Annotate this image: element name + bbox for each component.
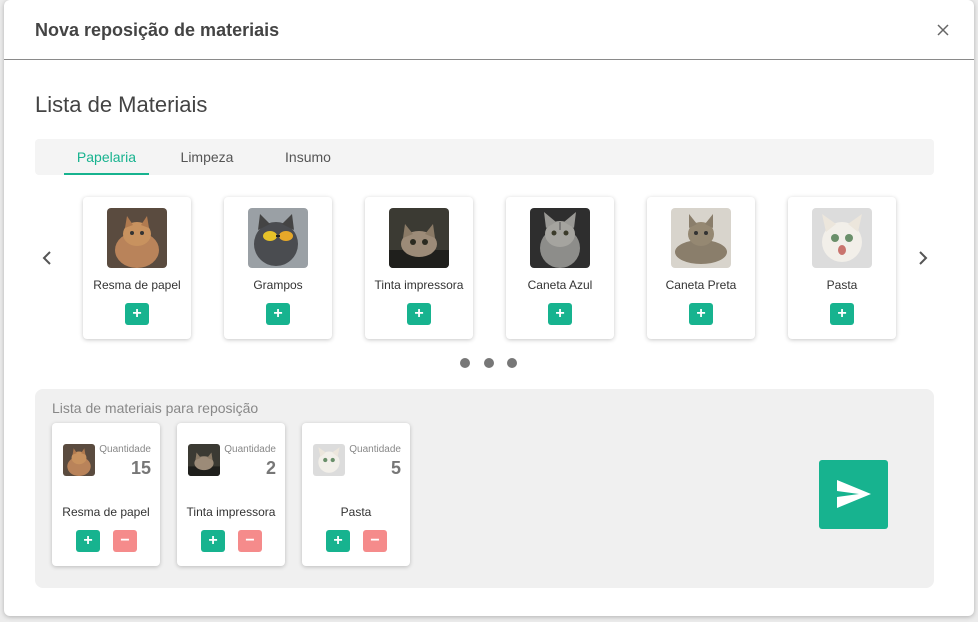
material-image [671,208,731,268]
send-icon [837,480,871,508]
decrease-quantity-button[interactable]: − [238,530,262,552]
material-card: Grampos + [224,197,332,339]
cat-photo-icon [63,444,95,476]
category-tabs: Papelaria Limpeza Insumo [35,139,934,175]
material-name: Pasta [826,278,858,292]
material-image [389,208,449,268]
chevron-right-icon [919,251,928,265]
close-button[interactable] [933,20,953,40]
material-card: Caneta Azul + [506,197,614,339]
cat-photo-icon [313,444,345,476]
add-material-button[interactable]: + [548,303,572,325]
modal-header: Nova reposição de materiais [4,0,974,60]
material-name: Caneta Azul [527,278,593,292]
quantity-label: Quantidade [224,444,276,455]
item-image [63,444,95,476]
material-card: Tinta impressora + [365,197,473,339]
increase-quantity-button[interactable]: + [76,530,100,552]
item-name: Resma de papel [62,505,150,519]
reposicao-item: Quantidade 15 Resma de papel + − [52,423,160,566]
cat-photo-icon [389,208,449,268]
increase-quantity-button[interactable]: + [201,530,225,552]
page-dot[interactable] [484,358,494,368]
add-material-button[interactable]: + [689,303,713,325]
add-material-button[interactable]: + [125,303,149,325]
page-dot[interactable] [460,358,470,368]
quantity-value: 15 [130,458,151,478]
material-image [248,208,308,268]
quantity-label: Quantidade [99,444,151,455]
add-material-button[interactable]: + [830,303,854,325]
page-dot[interactable] [507,358,517,368]
carousel-next-button[interactable] [912,246,932,270]
material-image [530,208,590,268]
quantity-value: 2 [265,458,276,478]
close-icon [937,24,949,36]
modal-title: Nova reposição de materiais [35,20,280,40]
material-image [107,208,167,268]
quantity-value: 5 [390,458,401,478]
modal: Nova reposição de materiais Lista de Mat… [4,0,974,616]
tab-papelaria[interactable]: Papelaria [64,139,149,175]
cat-photo-icon [530,208,590,268]
material-card: Pasta + [788,197,896,339]
item-image [188,444,220,476]
chevron-left-icon [42,251,51,265]
decrease-quantity-button[interactable]: − [113,530,137,552]
item-name: Pasta [340,505,372,519]
increase-quantity-button[interactable]: + [326,530,350,552]
material-name: Caneta Preta [665,278,737,292]
item-image [313,444,345,476]
cat-photo-icon [188,444,220,476]
reposicao-title: Lista de materiais para reposição [52,400,259,416]
reposicao-item: Quantidade 5 Pasta + − [302,423,410,566]
send-button[interactable] [819,460,888,529]
carousel-prev-button[interactable] [38,246,58,270]
quantity-label: Quantidade [349,444,401,455]
cat-photo-icon [107,208,167,268]
add-material-button[interactable]: + [266,303,290,325]
decrease-quantity-button[interactable]: − [363,530,387,552]
material-card: Caneta Preta + [647,197,755,339]
material-image [812,208,872,268]
reposicao-item: Quantidade 2 Tinta impressora + − [177,423,285,566]
reposicao-panel: Lista de materiais para reposição Quanti… [35,389,934,588]
material-card: Resma de papel + [83,197,191,339]
section-title: Lista de Materiais [35,92,208,117]
material-name: Tinta impressora [374,278,464,292]
cat-photo-icon [812,208,872,268]
tab-insumo[interactable]: Insumo [275,139,341,175]
cat-photo-icon [248,208,308,268]
material-name: Grampos [253,278,303,292]
carousel-pagination [460,358,530,368]
tab-limpeza[interactable]: Limpeza [172,139,242,175]
cat-photo-icon [671,208,731,268]
item-name: Tinta impressora [186,505,276,519]
material-name: Resma de papel [93,278,181,292]
add-material-button[interactable]: + [407,303,431,325]
